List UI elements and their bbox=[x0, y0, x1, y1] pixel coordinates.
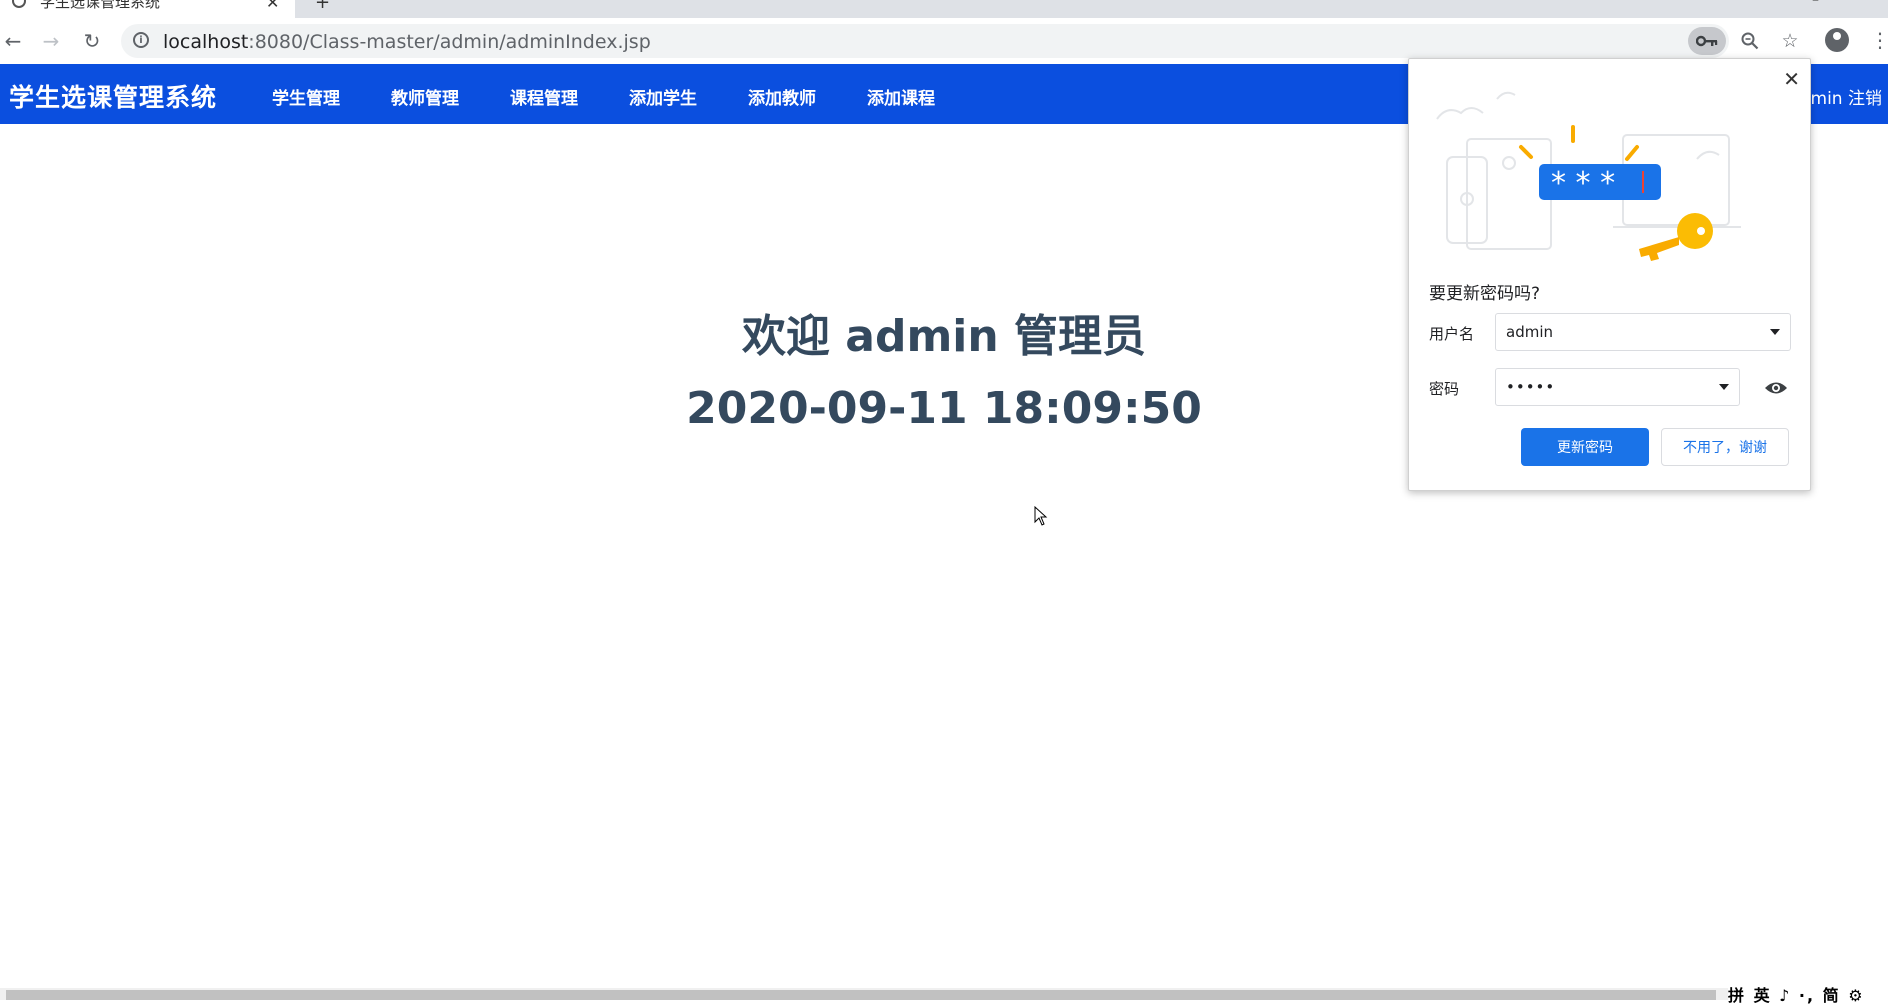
update-password-dialog: ✕ * * * 要更新密码吗? 用户名 admin 密码 ••••• 更新密码 … bbox=[1408, 58, 1811, 491]
mouse-cursor-icon bbox=[1034, 506, 1048, 526]
password-label: 密码 bbox=[1429, 380, 1460, 398]
password-illustration: * * * bbox=[1436, 91, 1741, 261]
url-text[interactable]: localhost:8080/Class-master/admin/adminI… bbox=[163, 31, 651, 53]
logout-link[interactable]: dmin 注销 bbox=[1800, 84, 1882, 109]
username-select[interactable]: admin bbox=[1495, 313, 1791, 351]
minimize-icon[interactable]: – bbox=[1812, 0, 1819, 8]
forward-icon[interactable]: → bbox=[38, 28, 64, 54]
dropdown-caret-icon bbox=[1719, 384, 1729, 390]
bookmark-star-icon[interactable]: ☆ bbox=[1778, 29, 1802, 53]
back-icon[interactable]: ← bbox=[0, 28, 26, 54]
nav-add-course[interactable]: 添加课程 bbox=[867, 84, 935, 109]
eye-icon[interactable] bbox=[1764, 379, 1788, 397]
update-password-button[interactable]: 更新密码 bbox=[1521, 428, 1649, 466]
nav-add-student[interactable]: 添加学生 bbox=[629, 84, 697, 109]
nav-student-manage[interactable]: 学生管理 bbox=[272, 84, 340, 109]
nav-add-teacher[interactable]: 添加教师 bbox=[748, 84, 816, 109]
nav-teacher-manage[interactable]: 教师管理 bbox=[391, 84, 459, 109]
username-label: 用户名 bbox=[1429, 325, 1475, 343]
close-icon[interactable]: ✕ bbox=[266, 0, 279, 12]
dialog-title: 要更新密码吗? bbox=[1429, 284, 1541, 304]
browser-tab[interactable]: 学生选课管理系统 ✕ bbox=[0, 0, 295, 18]
info-icon[interactable]: i bbox=[133, 32, 149, 48]
tab-title: 学生选课管理系统 bbox=[40, 0, 161, 11]
key-icon[interactable] bbox=[1688, 27, 1726, 55]
profile-icon[interactable] bbox=[1825, 28, 1849, 52]
nav-course-manage[interactable]: 课程管理 bbox=[510, 84, 578, 109]
scrollbar-thumb[interactable] bbox=[6, 990, 1716, 1000]
svg-text:* * *: * * * bbox=[1551, 166, 1615, 201]
favicon-icon bbox=[12, 0, 26, 8]
password-value: ••••• bbox=[1506, 378, 1556, 396]
dropdown-caret-icon bbox=[1770, 329, 1780, 335]
no-thanks-button[interactable]: 不用了，谢谢 bbox=[1661, 428, 1789, 466]
reload-icon[interactable]: ↻ bbox=[79, 28, 105, 54]
password-select[interactable]: ••••• bbox=[1495, 368, 1740, 406]
ime-toolbar[interactable]: 拼 英 ♪ ·, 简 ⚙ bbox=[1728, 982, 1888, 1005]
username-value: admin bbox=[1506, 323, 1553, 341]
brand-title[interactable]: 学生选课管理系统 bbox=[9, 78, 217, 114]
zoom-icon[interactable] bbox=[1738, 29, 1762, 53]
new-tab-icon[interactable]: + bbox=[315, 0, 330, 13]
horizontal-scrollbar[interactable] bbox=[0, 988, 1888, 1000]
tab-strip: 学生选课管理系统 ✕ + – bbox=[0, 0, 1888, 18]
menu-icon[interactable]: ⋮ bbox=[1870, 28, 1888, 52]
address-bar[interactable]: i localhost:8080/Class-master/admin/admi… bbox=[121, 24, 1799, 58]
